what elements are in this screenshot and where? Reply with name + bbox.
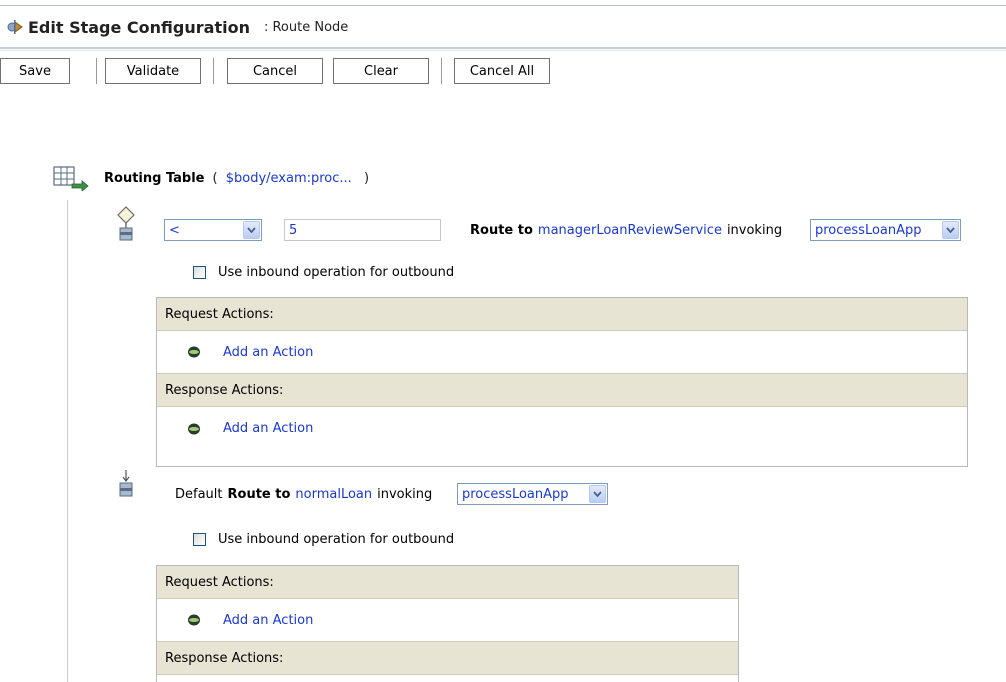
default-route-to-label: Route to xyxy=(227,486,291,502)
stage-icon xyxy=(6,18,24,36)
default-route-icon[interactable] xyxy=(118,469,134,503)
route-case-icon[interactable] xyxy=(117,206,135,246)
routing-table-header: Routing Table ( $body/exam:proc... ) xyxy=(52,165,370,192)
inbound-operation-label: Use inbound operation for outbound xyxy=(218,265,455,280)
default-inbound-operation-label: Use inbound operation for outbound xyxy=(218,532,455,547)
operation-select-value: processLoanApp xyxy=(815,222,922,238)
default-inbound-operation-checkbox-row: Use inbound operation for outbound xyxy=(193,532,454,547)
paren-close: ) xyxy=(363,170,370,186)
case-actions-table: Request Actions: Add an Action Response … xyxy=(156,297,968,467)
default-request-actions-row: Add an Action xyxy=(157,599,738,642)
add-action-icon[interactable] xyxy=(187,614,201,626)
toolbar-separator xyxy=(213,58,214,84)
default-request-add-action-link[interactable]: Add an Action xyxy=(223,613,313,628)
add-action-icon[interactable] xyxy=(187,423,201,435)
route-to-line: Route to managerLoanReviewService invoki… xyxy=(470,219,782,241)
header-rule xyxy=(0,47,1006,49)
chevron-down-icon[interactable] xyxy=(942,221,959,239)
toolbar-separator xyxy=(96,58,97,84)
default-route-line: Default Route to normalLoan invoking xyxy=(175,483,432,505)
inbound-operation-checkbox-row: Use inbound operation for outbound xyxy=(193,265,454,280)
chevron-down-icon[interactable] xyxy=(589,485,606,503)
condition-value-input[interactable]: 5 xyxy=(284,219,441,241)
default-request-actions-header: Request Actions: xyxy=(157,566,738,599)
cancel-all-button[interactable]: Cancel All xyxy=(454,58,550,84)
default-label: Default xyxy=(175,486,223,502)
route-to-label: Route to xyxy=(470,222,533,238)
top-rule xyxy=(0,5,1006,6)
routing-table-expression-link[interactable]: $body/exam:proc... xyxy=(226,171,352,186)
response-add-action-link[interactable]: Add an Action xyxy=(223,421,313,436)
response-actions-header: Response Actions: xyxy=(157,374,967,407)
paren-open: ( xyxy=(212,170,218,186)
tree-connector-line xyxy=(67,200,68,682)
request-add-action-link[interactable]: Add an Action xyxy=(223,345,313,360)
routing-table-expression-wrap: ( $body/exam:proc... ) xyxy=(213,171,370,186)
invoking-label: invoking xyxy=(726,222,783,238)
clear-button[interactable]: Clear xyxy=(333,58,429,84)
page-title: Edit Stage Configuration xyxy=(28,17,250,37)
inbound-operation-checkbox[interactable] xyxy=(193,266,206,279)
edit-stage-page: Edit Stage Configuration : Route Node Sa… xyxy=(0,0,1006,682)
request-actions-header: Request Actions: xyxy=(157,298,967,331)
header-rule-light xyxy=(0,50,1006,51)
add-action-icon[interactable] xyxy=(187,346,201,358)
operator-select-value: < xyxy=(169,222,180,238)
service-link[interactable]: managerLoanReviewService xyxy=(538,223,722,238)
default-response-actions-header: Response Actions: xyxy=(157,642,738,675)
page-header: Edit Stage Configuration : Route Node xyxy=(6,15,348,39)
routing-table-icon[interactable] xyxy=(52,165,92,192)
chevron-down-icon[interactable] xyxy=(243,221,260,239)
save-button[interactable]: Save xyxy=(0,58,70,84)
default-operation-select[interactable]: processLoanApp xyxy=(457,483,608,505)
routing-table-label: Routing Table xyxy=(104,170,205,186)
default-invoking-label: invoking xyxy=(377,486,433,502)
operation-select[interactable]: processLoanApp xyxy=(810,219,961,241)
validate-button[interactable]: Validate xyxy=(105,58,201,84)
response-actions-row: Add an Action xyxy=(157,407,967,450)
cancel-button[interactable]: Cancel xyxy=(227,58,323,84)
request-actions-row: Add an Action xyxy=(157,331,967,374)
default-actions-table: Request Actions: Add an Action Response … xyxy=(156,565,739,682)
page-subtitle: : Route Node xyxy=(263,19,349,35)
default-service-link[interactable]: normalLoan xyxy=(295,487,372,502)
default-operation-select-value: processLoanApp xyxy=(462,486,569,502)
operator-select[interactable]: < xyxy=(164,219,262,241)
toolbar: Save Validate Cancel Clear Cancel All xyxy=(0,57,550,85)
toolbar-separator xyxy=(441,58,442,84)
default-inbound-operation-checkbox[interactable] xyxy=(193,533,206,546)
